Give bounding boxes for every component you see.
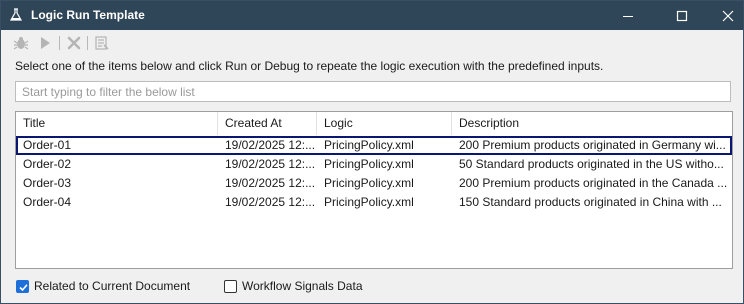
column-header-logic[interactable]: Logic [317,112,452,135]
run-play-icon [41,37,50,49]
column-header-created-at[interactable]: Created At [218,112,317,135]
cell-logic: PricingPolicy.xml [324,195,414,209]
minimize-button[interactable] [605,1,651,30]
cell-logic: PricingPolicy.xml [324,138,414,152]
maximize-icon [676,10,688,22]
properties-button[interactable] [94,35,110,51]
maximize-button[interactable] [659,1,705,30]
templates-list[interactable]: Title Created At Logic Description Order… [15,111,733,269]
properties-icon [95,36,109,50]
cell-description: 200 Premium products originated in Germa… [459,138,726,152]
cell-title: Order-01 [23,138,72,152]
cell-title: Order-02 [23,157,72,171]
related-to-current-document-label[interactable]: Related to Current Document [34,279,190,294]
column-header-title[interactable]: Title [16,112,218,135]
debug-button[interactable] [13,35,29,51]
table-row[interactable]: Order-04 19/02/2025 12:... PricingPolicy… [16,193,732,212]
logic-run-template-window: Logic Run Template Select one of the ite… [0,0,744,304]
cell-description: 150 Standard products originated in Chin… [459,195,722,209]
toolbar-separator [87,36,88,50]
cell-created-at: 19/02/2025 12:... [225,195,316,209]
close-button[interactable] [705,1,743,30]
table-row[interactable]: Order-02 19/02/2025 12:... PricingPolicy… [16,155,732,174]
cell-description: 200 Premium products originated in the C… [459,176,728,190]
checkbox-unchecked-icon[interactable] [224,280,237,293]
instruction-text: Select one of the items below and click … [15,59,604,73]
cell-logic: PricingPolicy.xml [324,157,414,171]
column-header-description[interactable]: Description [452,112,732,135]
toolbar-separator [59,36,60,50]
delete-button[interactable] [66,35,82,51]
toolbar [1,31,743,54]
filter-input[interactable] [15,81,731,102]
debug-bug-icon [13,37,29,50]
cell-title: Order-03 [23,176,72,190]
workflow-signals-data-label[interactable]: Workflow Signals Data [242,279,363,294]
checkbox-checked-icon[interactable] [16,280,29,293]
cell-created-at: 19/02/2025 12:... [225,176,316,190]
cell-created-at: 19/02/2025 12:... [225,138,316,152]
cell-title: Order-04 [23,195,72,209]
run-button[interactable] [37,35,53,51]
list-header: Title Created At Logic Description [16,112,732,135]
window-title: Logic Run Template [31,8,145,22]
cell-description: 50 Standard products originated in the U… [459,157,724,171]
minimize-icon [623,16,633,17]
close-icon [722,10,734,22]
table-row[interactable]: Order-03 19/02/2025 12:... PricingPolicy… [16,174,732,193]
table-row[interactable]: Order-01 19/02/2025 12:... PricingPolicy… [16,136,732,155]
delete-x-icon [67,36,81,50]
cell-created-at: 19/02/2025 12:... [225,157,316,171]
flask-icon [9,8,23,22]
cell-logic: PricingPolicy.xml [324,176,414,190]
title-bar[interactable]: Logic Run Template [1,1,743,30]
